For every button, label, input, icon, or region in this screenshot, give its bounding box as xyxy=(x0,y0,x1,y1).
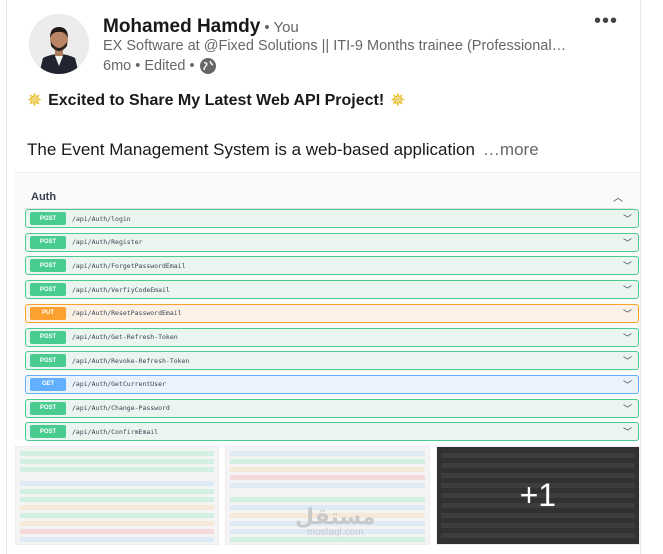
http-method-badge: POST xyxy=(30,259,66,273)
feed-post-card: Mohamed Hamdy • You EX Software at @Fixed… xyxy=(6,0,641,554)
api-path: /api/Auth/ConfirmEmail xyxy=(72,427,159,436)
chevron-down-icon[interactable]: ﹀ xyxy=(623,307,632,320)
thumbnail-3[interactable]: +1 xyxy=(435,446,640,545)
api-operation-row[interactable]: POST/api/Auth/Register ﹀ xyxy=(25,232,639,252)
chevron-down-icon[interactable]: ﹀ xyxy=(623,354,632,367)
chevron-down-icon[interactable]: ﹀ xyxy=(623,402,632,415)
chevron-down-icon[interactable]: ﹀ xyxy=(623,283,632,296)
thumbnail-1[interactable] xyxy=(15,446,220,545)
post-body-text: The Event Management System is a web-bas… xyxy=(27,140,475,159)
watermark-logo: مستقل mostaql.com xyxy=(295,506,375,538)
http-method-badge: POST xyxy=(30,235,66,249)
api-operation-row[interactable]: POST/api/Auth/login ﹀ xyxy=(25,209,639,228)
api-operation-row[interactable]: PUT/api/Auth/ResetPasswordEmail ﹀ xyxy=(25,303,639,323)
author-relation: • You xyxy=(264,19,299,36)
api-operation-row[interactable]: POST/api/Auth/Change-Password ﹀ xyxy=(25,398,639,418)
chevron-up-icon: ︿ xyxy=(613,193,623,204)
http-method-badge: POST xyxy=(30,283,66,297)
chevron-down-icon[interactable]: ﹀ xyxy=(623,378,632,391)
chevron-down-icon[interactable]: ﹀ xyxy=(623,259,632,272)
swagger-section-header: Auth ︿ xyxy=(23,185,633,209)
api-path: /api/Auth/VerfiyCodeEmail xyxy=(72,285,170,294)
api-operation-row[interactable]: POST/api/Auth/ConfirmEmail ﹀ xyxy=(25,422,639,442)
http-method-badge: POST xyxy=(30,401,66,415)
api-operation-row[interactable]: GET/api/Auth/GetCurrentUser ﹀ xyxy=(25,374,639,394)
watermark-latin: mostaql.com xyxy=(306,527,364,538)
api-path: /api/Auth/Change-Password xyxy=(72,404,170,413)
chevron-down-icon[interactable]: ﹀ xyxy=(623,212,632,225)
api-operation-row[interactable]: POST/api/Auth/Revoke-Refresh-Token ﹀ xyxy=(25,351,639,371)
api-path: /api/Auth/Get-Refresh-Token xyxy=(72,333,178,341)
api-operation-row[interactable]: POST/api/Auth/VerfiyCodeEmail ﹀ xyxy=(25,280,639,300)
api-operation-row[interactable]: POST/api/Auth/ForgetPasswordEmail ﹀ xyxy=(25,256,639,276)
star-burst-icon: ✵ xyxy=(27,90,43,110)
swagger-section-title: Auth xyxy=(31,190,57,203)
chevron-down-icon[interactable]: ﹀ xyxy=(623,236,632,249)
more-images-count[interactable]: +1 xyxy=(436,447,639,544)
api-path: /api/Auth/Revoke-Refresh-Token xyxy=(72,356,190,365)
http-method-badge: GET xyxy=(30,377,66,391)
post-title-text: Excited to Share My Latest Web API Proje… xyxy=(48,91,385,109)
post-body: The Event Management System is a web-bas… xyxy=(27,140,539,160)
http-method-badge: POST xyxy=(30,330,66,344)
more-horizontal-icon[interactable]: ••• xyxy=(594,10,618,33)
http-method-badge: POST xyxy=(30,212,66,225)
avatar-image xyxy=(29,14,89,74)
watermark-arabic: مستقل xyxy=(295,504,376,529)
api-path: /api/Auth/ResetPasswordEmail xyxy=(72,309,182,318)
api-operation-row[interactable]: POST/api/Auth/Get-Refresh-Token ﹀ xyxy=(25,327,639,347)
api-path: /api/Auth/GetCurrentUser xyxy=(72,380,166,389)
post-time: 6mo • Edited • xyxy=(103,58,195,74)
http-method-badge: POST xyxy=(30,425,66,439)
http-method-badge: POST xyxy=(30,354,66,368)
author-avatar[interactable] xyxy=(29,14,89,74)
chevron-down-icon[interactable]: ﹀ xyxy=(623,331,632,344)
post-title: ✵ Excited to Share My Latest Web API Pro… xyxy=(27,90,405,111)
post-image-main[interactable]: Auth ︿ POST/api/Auth/login ﹀ POST/api/Auth… xyxy=(15,172,640,442)
star-burst-icon: ✵ xyxy=(390,90,406,110)
author-name-text[interactable]: Mohamed Hamdy xyxy=(103,16,260,37)
globe-icon xyxy=(199,58,216,74)
author-name[interactable]: Mohamed Hamdy • You xyxy=(103,16,299,38)
see-more-link[interactable]: …more xyxy=(483,140,539,159)
author-headline: EX Software at @Fixed Solutions || ITI-9… xyxy=(103,38,567,54)
post-meta: 6mo • Edited • xyxy=(103,58,216,74)
api-path: /api/Auth/Register xyxy=(72,238,143,247)
api-path: /api/Auth/ForgetPasswordEmail xyxy=(72,261,186,270)
api-path: /api/Auth/login xyxy=(72,214,131,223)
chevron-down-icon[interactable]: ﹀ xyxy=(623,425,632,438)
http-method-badge: PUT xyxy=(30,306,66,320)
